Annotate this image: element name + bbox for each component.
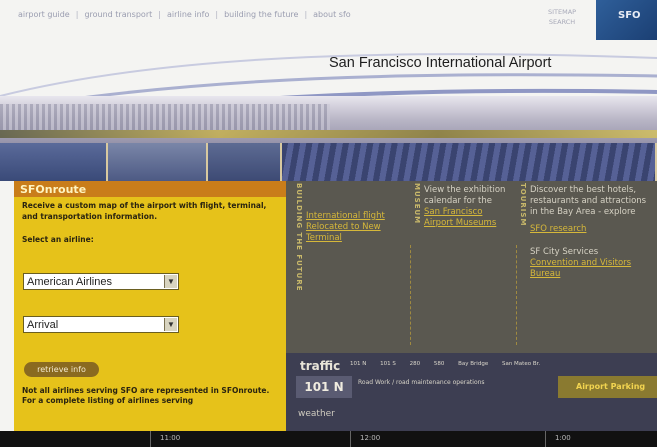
route-tab-bay-bridge[interactable]: Bay Bridge [458,361,488,367]
timeline-tick [350,431,351,447]
page: airport guide | ground transport | airli… [0,0,657,447]
tourism-text: Discover the best hotels, restaurants an… [530,185,647,217]
retrieve-info-button[interactable]: retrieve info [24,362,99,377]
building-section: International flight Relocated to New Te… [306,211,406,244]
tourism-section: Discover the best hotels, restaurants an… [530,185,654,280]
nav-ground-transport[interactable]: ground transport [84,10,152,19]
search-link[interactable]: SEARCH [548,17,576,27]
section-divider [516,245,517,345]
nav-separator: | [215,9,219,19]
timeline-label: 11:00 [160,434,181,442]
route-tabs: 101 N 101 S 280 580 Bay Bridge San Mateo… [350,361,552,367]
museum-text: View the exhibition calendar for the [424,185,506,206]
nav-separator: | [75,9,79,19]
features-panel: BUILDING THE FUTURE International flight… [286,181,657,353]
chevron-down-icon[interactable]: ▼ [164,318,177,331]
sfonroute-note: Not all airlines serving SFO are represe… [14,386,286,406]
banner-stripe [0,130,657,138]
photo-tile [208,143,282,181]
timeline-label: 12:00 [360,434,381,442]
section-divider [410,245,411,345]
chevron-down-icon[interactable]: ▼ [164,275,177,288]
direction-select-value: Arrival [27,318,59,331]
museum-label-text: MUSEUM [413,183,421,225]
building-label-text: BUILDING THE FUTURE [295,183,303,292]
terminal-banner-image [0,96,657,148]
timeline-tick [545,431,546,447]
building-link[interactable]: International flight Relocated to New Te… [306,211,385,243]
roof-structure [0,104,330,130]
traffic-title: traffic [300,359,341,373]
route-tab-280[interactable]: 280 [410,361,421,367]
photo-tile [282,143,657,181]
sitemap-link[interactable]: SITEMAP [548,7,576,17]
airline-select-value: American Airlines [27,275,112,288]
nav-airline-info[interactable]: airline info [167,10,209,19]
direction-select[interactable]: Arrival ▼ [23,316,179,333]
photo-tile [108,143,208,181]
current-route: 101 N [296,376,352,398]
route-tab-san-mateo[interactable]: San Mateo Br. [502,361,540,367]
museum-link[interactable]: San Francisco Airport Museums [424,207,496,228]
nav-building-the-future[interactable]: building the future [224,10,298,19]
photo-tile [0,143,108,181]
traffic-status: Road Work / road maintenance operations [358,379,485,386]
note-line-1: Not all airlines serving SFO are represe… [22,386,270,395]
sfonroute-intro: Receive a custom map of the airport with… [22,201,267,221]
nav-about-sfo[interactable]: about sfo [313,10,351,19]
timeline-bar: 11:00 12:00 1:00 [0,431,657,447]
sfonroute-panel: SFOnroute Receive a custom map of the ai… [14,181,286,431]
timeline-tick [150,431,151,447]
traffic-panel: traffic 101 N 101 S 280 580 Bay Bridge S… [286,353,657,431]
site-title: San Francisco International Airport [329,55,552,71]
route-tab-101s[interactable]: 101 S [380,361,396,367]
note-line-2: For a complete listing of airlines servi… [22,396,194,405]
nav-separator: | [304,9,308,19]
museum-section: View the exhibition calendar for the San… [424,185,508,229]
sfonroute-heading: SFOnroute [14,181,286,197]
airline-select-label: Select an airline: [22,235,94,244]
nav-separator: | [158,9,161,19]
city-services-text: SF City Services [530,247,599,257]
route-tab-580[interactable]: 580 [434,361,445,367]
sfo-logo[interactable]: SFO [596,0,657,40]
photo-strip [0,143,657,181]
building-vertical-label: BUILDING THE FUTURE [290,181,304,353]
route-tab-101n[interactable]: 101 N [350,361,366,367]
top-nav: airport guide | ground transport | airli… [0,0,540,28]
nav-airport-guide[interactable]: airport guide [18,10,70,19]
timeline-label: 1:00 [555,434,571,442]
airport-parking-link[interactable]: Airport Parking [558,376,657,398]
weather-title: weather [298,409,335,419]
airline-select[interactable]: American Airlines ▼ [23,273,179,290]
tourism-research-link[interactable]: SFO research [530,224,654,235]
convention-bureau-link[interactable]: Convention and Visitors Bureau [530,258,654,280]
utility-links: SITEMAP SEARCH [548,7,576,27]
tourism-label-text: TOURISM [519,183,527,227]
